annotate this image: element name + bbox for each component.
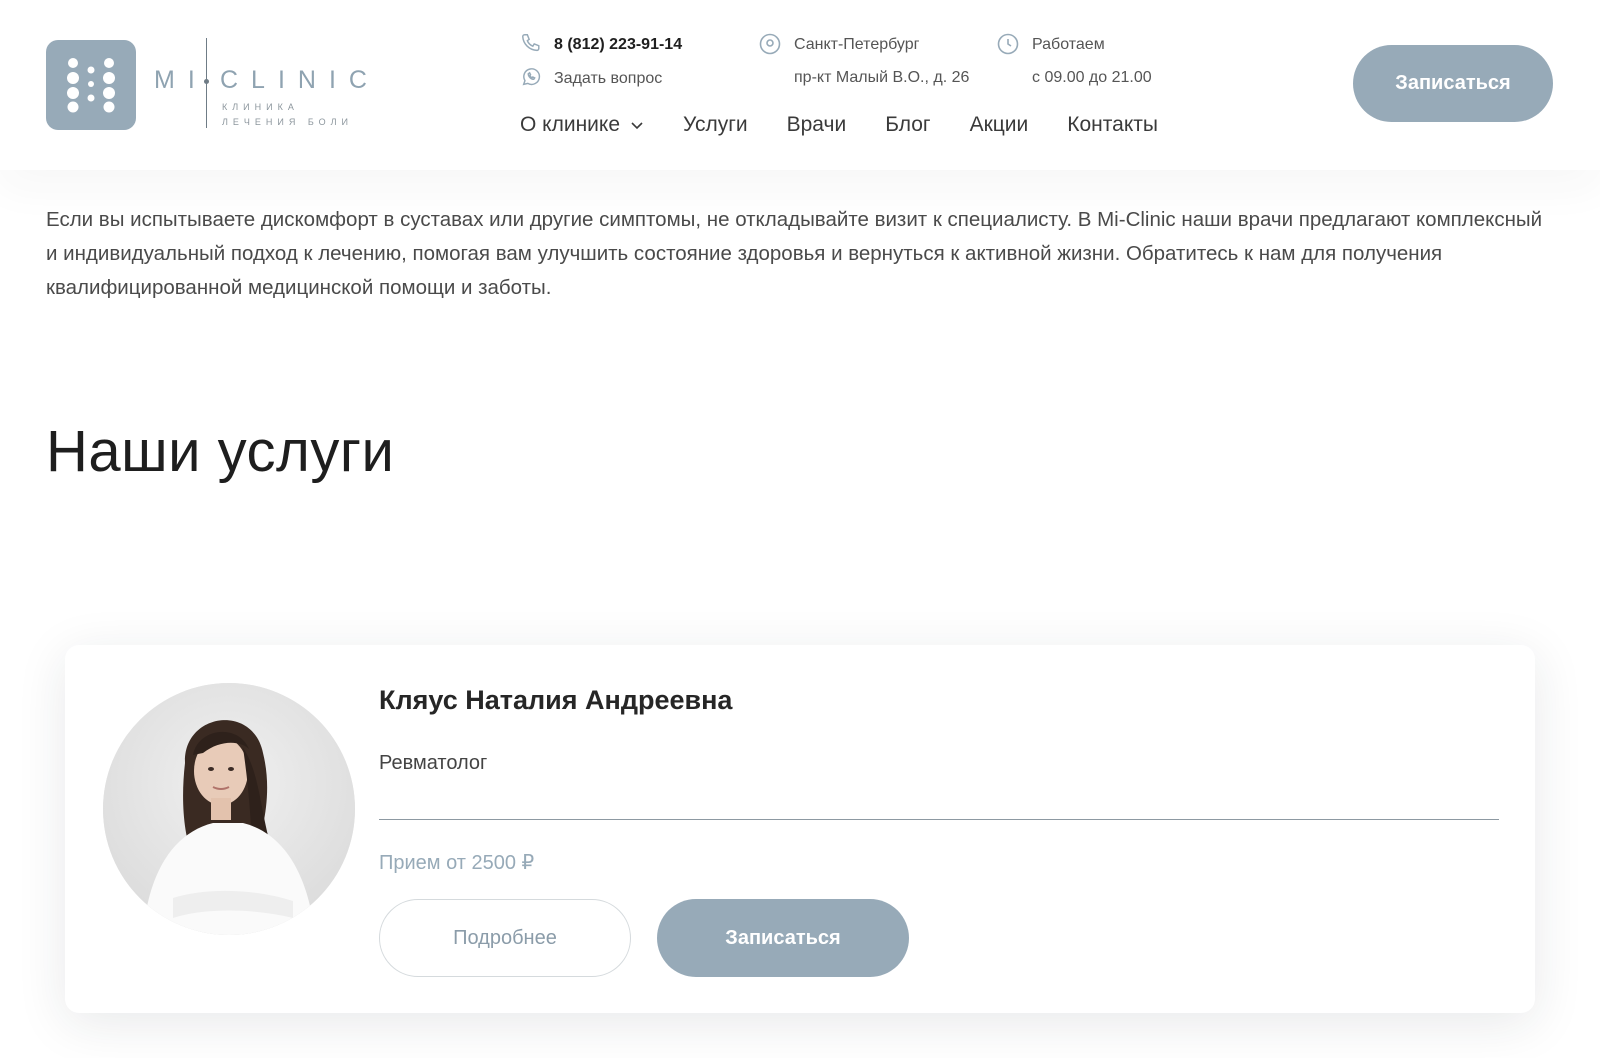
- nav-item-label: Блог: [885, 113, 931, 136]
- card-divider: [379, 819, 1499, 820]
- phone-icon: [520, 32, 542, 59]
- nav-item-doctors[interactable]: Врачи: [787, 113, 847, 137]
- nav-item-services[interactable]: Услуги: [683, 113, 748, 137]
- nav-item-promotions[interactable]: Акции: [970, 113, 1029, 137]
- logo-subtitle-line2: ЛЕЧЕНИЯ БОЛИ: [222, 117, 353, 127]
- nav-item-label: О клинике: [520, 113, 621, 136]
- clock-icon: [996, 32, 1020, 61]
- whatsapp-icon: [520, 66, 542, 93]
- main-nav: О клинике Услуги Врачи Блог Акции Контак…: [520, 113, 1197, 137]
- ask-question-label: Задать вопрос: [554, 70, 663, 87]
- address-label: пр-кт Малый В.О., д. 26: [794, 69, 970, 86]
- header-address: пр-кт Малый В.О., д. 26: [794, 69, 969, 87]
- logo-subtitle-line1: КЛИНИКА: [222, 102, 299, 112]
- doctor-specialty: Ревматолог: [379, 752, 488, 774]
- nav-item-blog[interactable]: Блог: [885, 113, 930, 137]
- logo-mark-icon: [46, 40, 136, 130]
- doctor-card: Кляус Наталия Андреевна Ревматолог Прием…: [65, 645, 1535, 1013]
- header-phone[interactable]: 8 (812) 223-91-14: [520, 34, 682, 54]
- page: MI CLINIC КЛИНИКА ЛЕЧЕНИЯ БОЛИ 8 (812) 2…: [0, 0, 1600, 1058]
- doctor-price: Прием от 2500 ₽: [379, 852, 535, 874]
- nav-item-label: Контакты: [1067, 113, 1158, 136]
- chevron-down-icon: [630, 113, 644, 137]
- nav-item-about[interactable]: О клинике: [520, 113, 644, 137]
- section-title: Наши услуги: [46, 419, 395, 484]
- nav-item-label: Услуги: [683, 113, 748, 136]
- details-button[interactable]: Подробнее: [379, 899, 631, 977]
- header-hours: Работаем: [996, 33, 1105, 55]
- logo-word-right: CLINIC: [220, 66, 380, 94]
- phone-number[interactable]: 8 (812) 223-91-14: [554, 36, 682, 53]
- city-label: Санкт-Петербург: [794, 36, 920, 53]
- doctor-name[interactable]: Кляус Наталия Андреевна: [379, 685, 732, 716]
- location-pin-icon: [758, 32, 782, 61]
- site-header: MI CLINIC КЛИНИКА ЛЕЧЕНИЯ БОЛИ 8 (812) 2…: [0, 0, 1600, 170]
- intro-paragraph: Если вы испытываете дискомфорт в сустава…: [46, 208, 1543, 299]
- logo-word-left: MI: [154, 66, 208, 94]
- site-logo[interactable]: MI CLINIC КЛИНИКА ЛЕЧЕНИЯ БОЛИ: [46, 38, 367, 132]
- hours-value: с 09.00 до 21.00: [1032, 69, 1152, 86]
- nav-item-label: Врачи: [786, 113, 847, 136]
- header-hours-value: с 09.00 до 21.00: [1032, 69, 1152, 87]
- card-signup-button[interactable]: Записаться: [657, 899, 909, 977]
- logo-dot: [204, 79, 209, 84]
- nav-item-contacts[interactable]: Контакты: [1067, 113, 1158, 137]
- doctor-avatar: [103, 683, 355, 935]
- nav-item-label: Акции: [969, 113, 1029, 136]
- ask-question-link[interactable]: Задать вопрос: [520, 68, 663, 88]
- header-city: Санкт-Петербург: [758, 33, 920, 55]
- hours-label: Работаем: [1032, 36, 1105, 53]
- header-signup-button[interactable]: Записаться: [1353, 45, 1553, 122]
